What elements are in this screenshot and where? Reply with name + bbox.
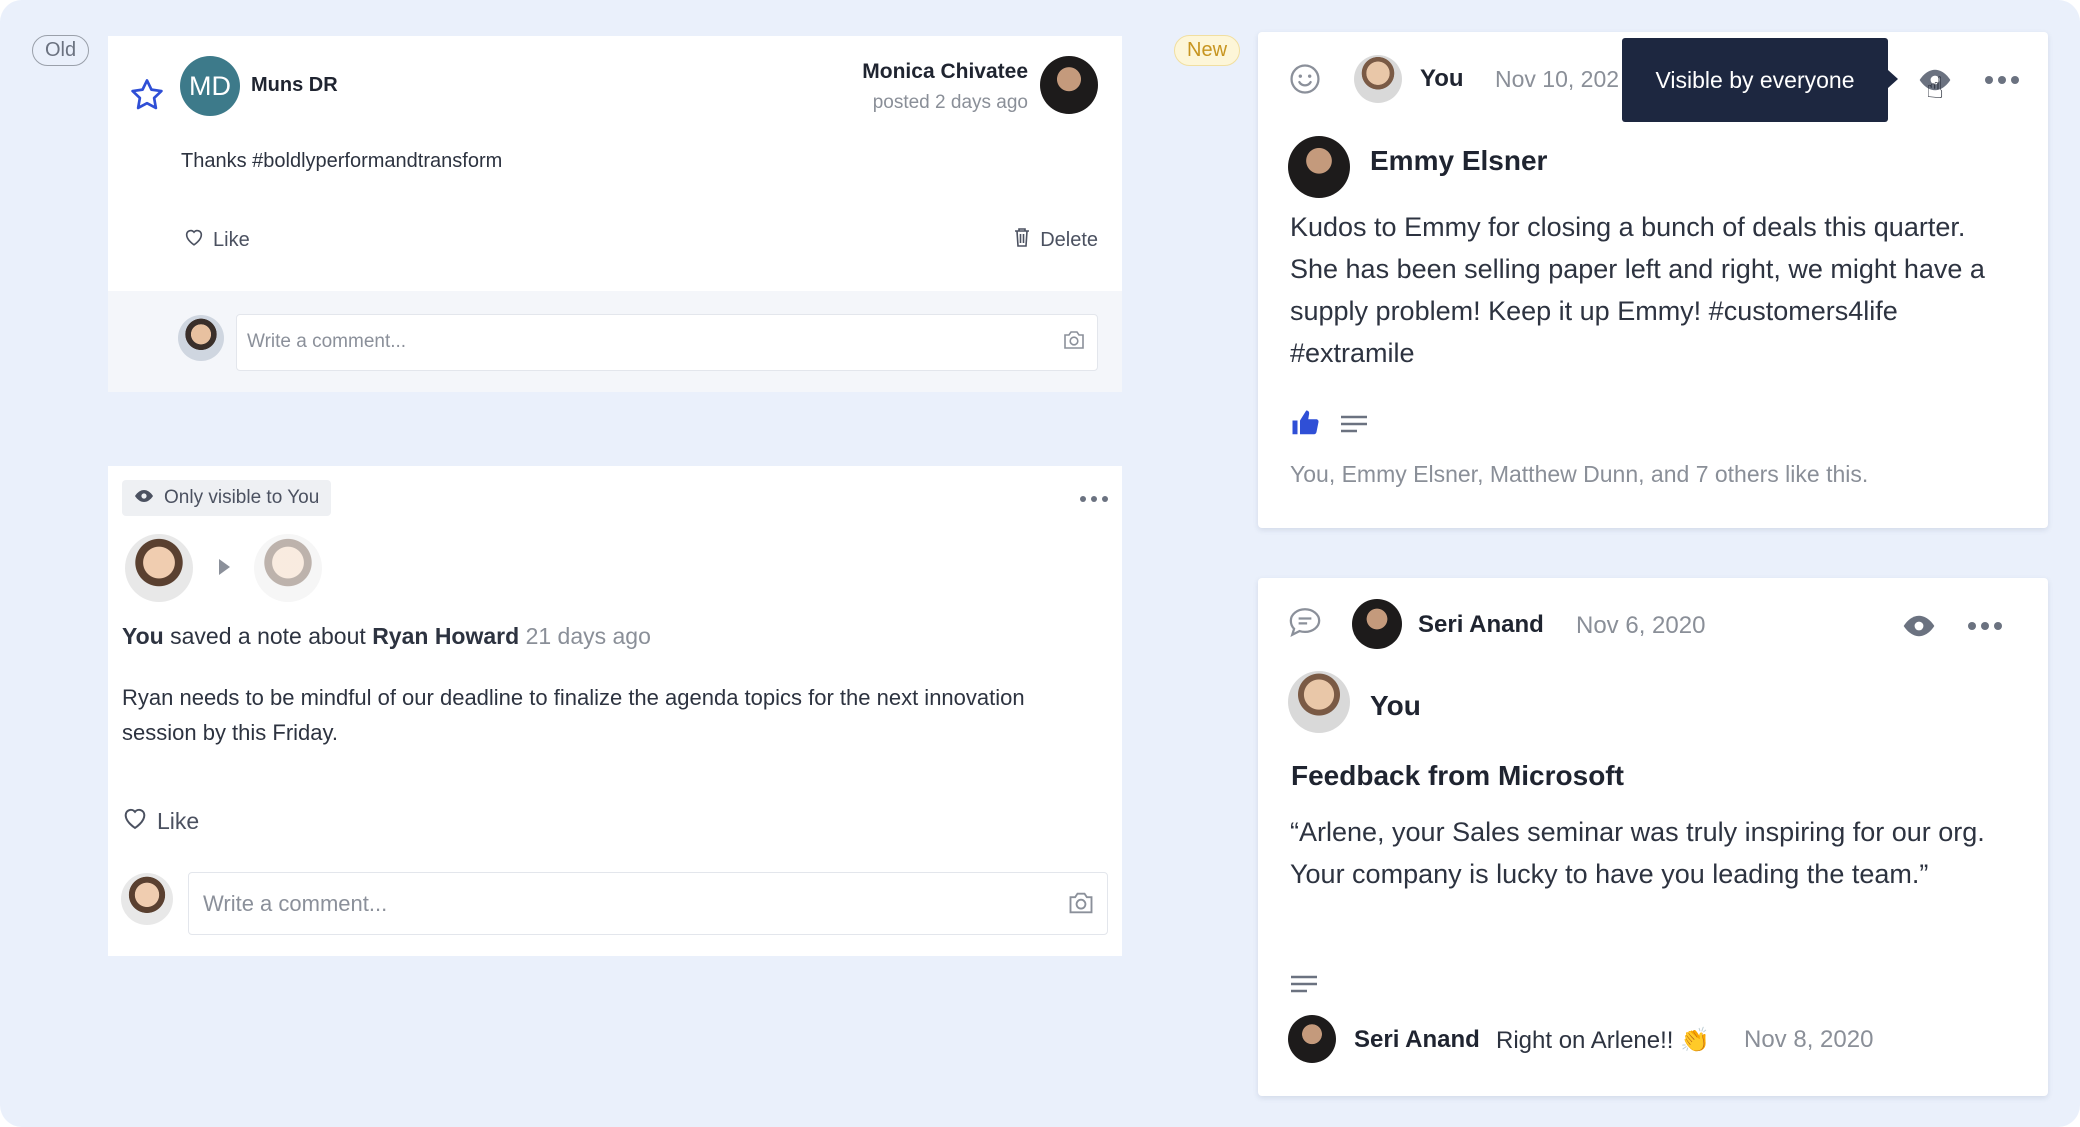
note-body: Ryan needs to be mindful of our deadline… (122, 685, 1025, 745)
action-text: saved a note about (170, 623, 366, 649)
visibility-tooltip: Visible by everyone (1622, 38, 1888, 122)
reply-author[interactable]: Seri Anand (1354, 1026, 1480, 1054)
more-options-icon[interactable] (1080, 496, 1108, 502)
subject-name[interactable]: Ryan Howard (372, 623, 519, 649)
post-body: Kudos to Emmy for closing a bunch of dea… (1290, 212, 1985, 368)
reply-date: Nov 8, 2020 (1744, 1026, 1874, 1053)
camera-icon[interactable] (1062, 329, 1086, 356)
note-time: 21 days ago (525, 623, 651, 649)
recipient-name[interactable]: You (1370, 690, 1421, 722)
avatar[interactable] (125, 534, 193, 602)
thumbs-up-icon[interactable] (1290, 408, 1320, 443)
heart-icon (183, 226, 205, 254)
avatar[interactable] (254, 534, 322, 602)
more-options-icon[interactable] (1968, 622, 2002, 630)
camera-icon[interactable] (1067, 890, 1095, 921)
star-icon[interactable] (128, 76, 166, 114)
comment-lines-icon[interactable] (1290, 974, 1318, 999)
avatar[interactable] (1352, 599, 1402, 649)
avatar[interactable] (1040, 56, 1098, 114)
like-label: Like (213, 228, 250, 251)
poster-name[interactable]: Monica Chivatee (862, 60, 1028, 84)
post-body: Thanks #boldlyperformandtransform (181, 150, 503, 172)
heart-icon (121, 804, 149, 838)
old-label: Old (32, 35, 90, 66)
background-canvas: Old New MD Muns DR Monica Chivatee poste… (0, 0, 2080, 1127)
author-name[interactable]: You (1420, 65, 1464, 93)
tooltip-arrow (1888, 70, 1898, 88)
like-button[interactable]: Like (183, 226, 250, 254)
comment-lines-icon[interactable] (1340, 414, 1368, 439)
delete-button[interactable]: Delete (1012, 226, 1098, 254)
eye-icon[interactable] (1902, 614, 1936, 643)
smiley-icon (1288, 62, 1322, 101)
more-options-icon[interactable] (1985, 76, 2019, 84)
comment-placeholder: Write a comment... (247, 331, 407, 352)
feedback-title: Feedback from Microsoft (1291, 760, 1624, 791)
arrow-right-icon (219, 559, 230, 575)
author-name[interactable]: Muns DR (251, 74, 338, 97)
delete-label: Delete (1040, 228, 1098, 251)
like-label: Like (157, 807, 200, 834)
avatar[interactable] (1288, 671, 1350, 733)
new-post-card: You Nov 10, 202 Visible by everyone ☝ Em… (1258, 32, 2048, 528)
avatar (178, 315, 224, 361)
post-date: Nov 10, 202 (1495, 66, 1620, 92)
visibility-badge: Only visible to You (122, 480, 332, 516)
new-feedback-card: Seri Anand Nov 6, 2020 You Feedback from… (1258, 578, 2048, 1096)
old-note-card: Only visible to You You saved a note abo… (108, 466, 1122, 956)
visibility-label: Only visible to You (164, 487, 320, 508)
comment-input[interactable]: Write a comment... (188, 872, 1108, 935)
comment-placeholder: Write a comment... (203, 891, 388, 916)
feedback-body: “Arlene, your Sales seminar was truly in… (1290, 817, 1985, 889)
actor-name[interactable]: You (122, 623, 164, 649)
comment-input[interactable]: Write a comment... (236, 314, 1098, 371)
eye-icon (134, 487, 154, 509)
feedback-date: Nov 6, 2020 (1576, 612, 1706, 639)
reply-text: Right on Arlene!! 👏 (1496, 1027, 1710, 1054)
avatar[interactable] (1288, 136, 1350, 198)
avatar[interactable]: MD (180, 56, 240, 116)
avatar[interactable] (1354, 55, 1402, 103)
likes-summary[interactable]: You, Emmy Elsner, Matthew Dunn, and 7 ot… (1290, 461, 1868, 488)
old-post-card: MD Muns DR Monica Chivatee posted 2 days… (108, 36, 1122, 392)
author-name[interactable]: Seri Anand (1418, 611, 1544, 639)
speech-bubble-icon (1288, 606, 1322, 643)
trash-icon (1012, 226, 1032, 254)
hand-cursor-icon: ☝ (1926, 72, 1945, 105)
new-label: New (1174, 35, 1241, 66)
posted-time: posted 2 days ago (872, 92, 1028, 113)
note-header: You saved a note about Ryan Howard 21 da… (122, 623, 651, 650)
recipient-name[interactable]: Emmy Elsner (1370, 145, 1547, 177)
like-button[interactable]: Like (121, 804, 199, 838)
avatar[interactable] (1288, 1015, 1336, 1063)
avatar (121, 873, 173, 925)
